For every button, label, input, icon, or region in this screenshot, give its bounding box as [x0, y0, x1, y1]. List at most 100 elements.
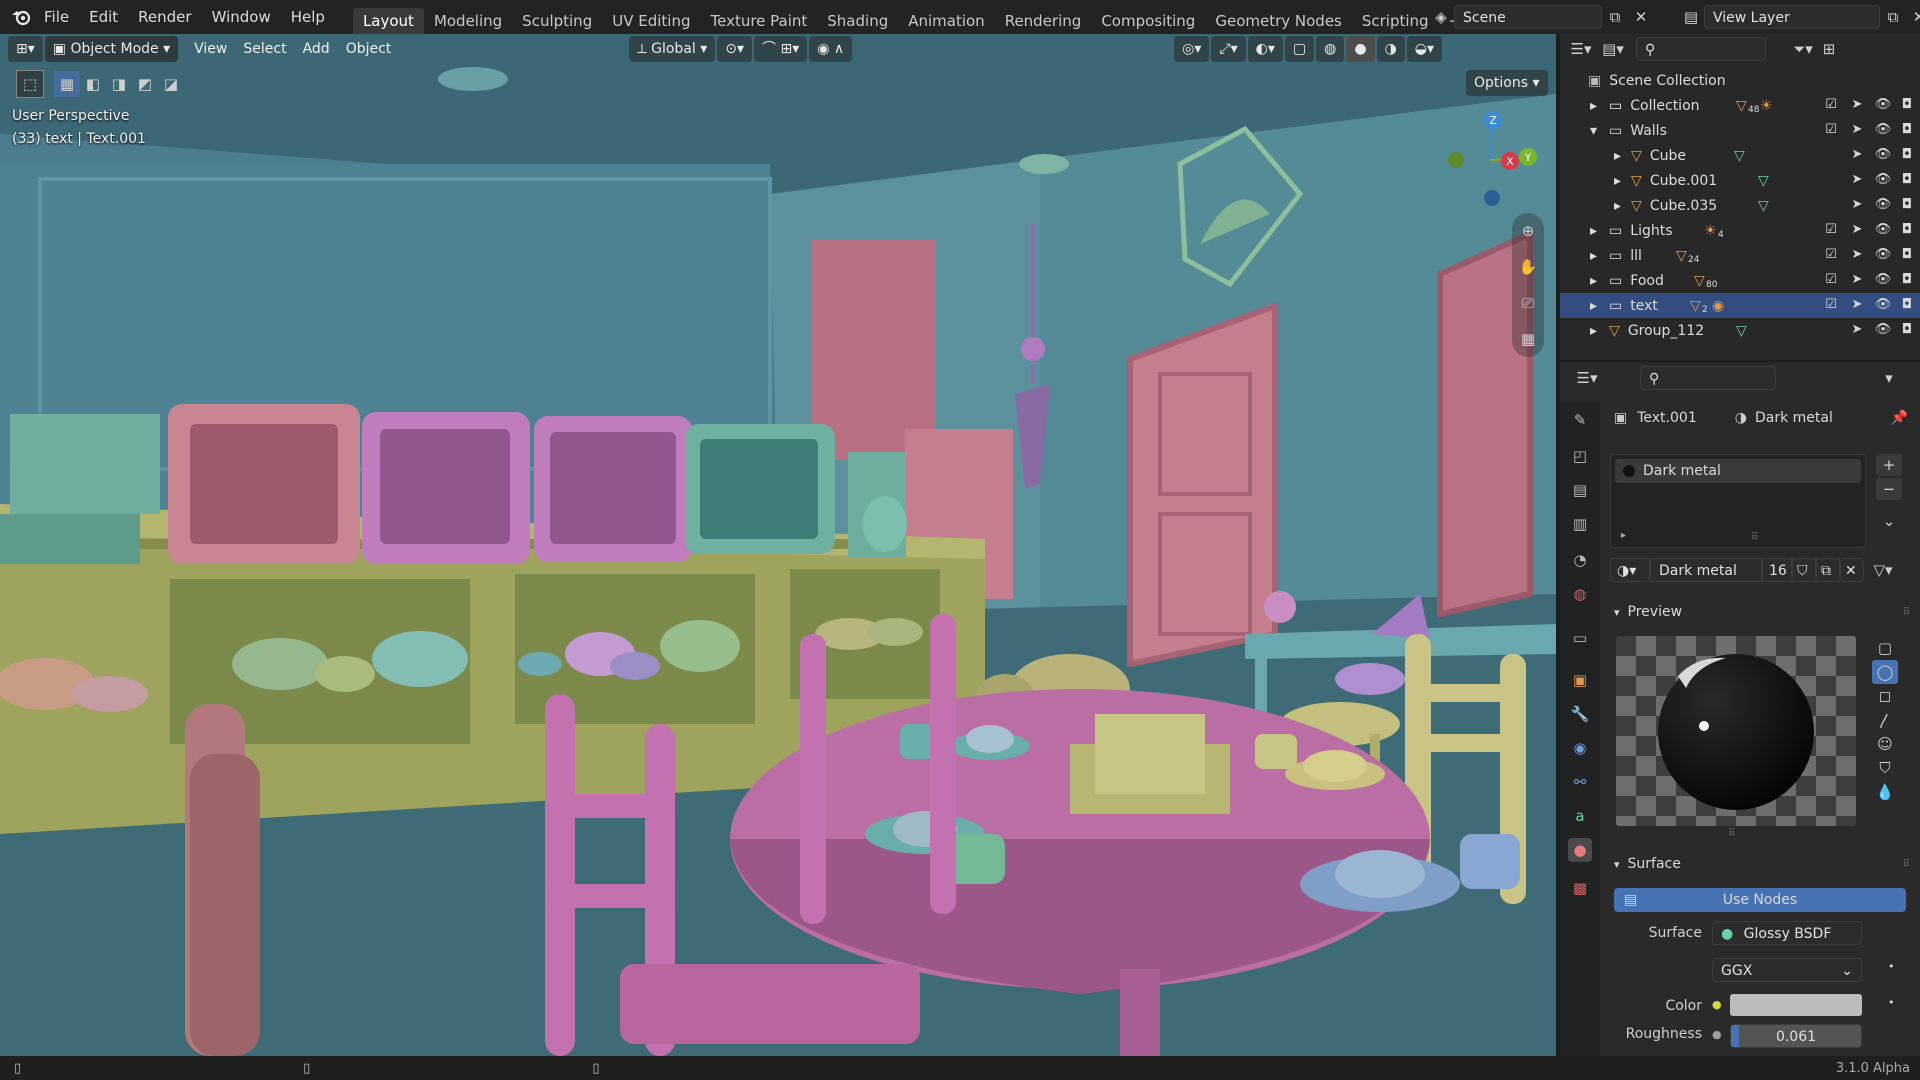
physics-tab-icon[interactable]: ◉	[1568, 736, 1592, 760]
checkbox-icon[interactable]: ☑	[1822, 121, 1840, 139]
roughness-slider[interactable]: 0.061	[1730, 1024, 1862, 1048]
scene-name-field[interactable]: Scene	[1454, 5, 1602, 29]
preview-monkey-icon[interactable]: ☺	[1872, 732, 1898, 756]
color-swatch[interactable]	[1730, 994, 1862, 1016]
selectable-arrow-icon[interactable]: ➤	[1848, 96, 1866, 114]
menu-window[interactable]: Window	[202, 0, 281, 34]
slot-specials-icon[interactable]: ⌄	[1876, 510, 1902, 532]
overlays-icon[interactable]: ◐▾	[1247, 36, 1283, 62]
checkbox-icon[interactable]: ☑	[1822, 246, 1840, 264]
shading-solid-icon[interactable]: ●	[1346, 36, 1375, 62]
eye-icon[interactable]: 👁	[1874, 271, 1892, 289]
user-count[interactable]: 16	[1762, 558, 1792, 582]
preview-cloth-icon[interactable]: ⛉	[1872, 756, 1898, 780]
material-tab-icon[interactable]: ●	[1568, 838, 1592, 862]
selectable-arrow-icon[interactable]: ➤	[1848, 321, 1866, 339]
material-slot-item[interactable]: Dark metal	[1615, 459, 1861, 483]
select-new-icon[interactable]: ▦	[54, 71, 80, 97]
shading-rendered-icon[interactable]: ◒▾	[1406, 36, 1443, 62]
tab-rendering[interactable]: Rendering	[995, 8, 1092, 34]
tab-texture-paint[interactable]: Texture Paint	[700, 8, 817, 34]
camera-view-icon[interactable]: ⎚	[1512, 285, 1544, 321]
select-intersect-icon[interactable]: ◪	[158, 71, 184, 97]
checkbox-icon[interactable]: ☑	[1822, 221, 1840, 239]
list-resize-handle-icon[interactable]: ⠿	[1751, 532, 1758, 543]
preview-fluid-icon[interactable]: 💧	[1872, 780, 1898, 804]
properties-editor-type-icon[interactable]: ☰▾	[1574, 365, 1600, 391]
eye-icon[interactable]: 👁	[1874, 296, 1892, 314]
display-mode-icon[interactable]: ▤▾	[1600, 36, 1626, 62]
shading-material-icon[interactable]: ◑	[1376, 36, 1405, 62]
menu-file[interactable]: File	[34, 0, 79, 34]
preview-flat-icon[interactable]: ▢	[1872, 636, 1898, 660]
delete-view-layer-icon[interactable]: ✕	[1906, 4, 1920, 30]
snap-icon[interactable]: ⌒ ⊞▾	[754, 36, 808, 62]
tab-compositing[interactable]: Compositing	[1091, 8, 1205, 34]
pin-icon[interactable]: 📌	[1891, 410, 1908, 426]
new-scene-icon[interactable]: ⧉	[1602, 4, 1628, 30]
fake-user-icon[interactable]: ⛉	[1792, 558, 1816, 582]
expand-arrow-icon[interactable]: ▸	[1614, 173, 1621, 189]
tab-geometry-nodes[interactable]: Geometry Nodes	[1205, 8, 1352, 34]
constraint-tab-icon[interactable]: ⚯	[1568, 770, 1592, 794]
camera-icon[interactable]: ◘	[1898, 321, 1916, 339]
navigation-gizmo[interactable]: Z X Y	[1440, 100, 1540, 210]
visibility-icon[interactable]: ◎▾	[1174, 36, 1210, 62]
perspective-grid-icon[interactable]: ▦	[1512, 321, 1544, 357]
shading-wireframe-icon[interactable]: ◍	[1316, 36, 1345, 62]
selectable-arrow-icon[interactable]: ➤	[1848, 196, 1866, 214]
surface-section-header[interactable]: ▾ Surface ⠿	[1604, 852, 1920, 876]
menu-add[interactable]: Add	[295, 36, 338, 62]
new-collection-icon[interactable]: ⊞	[1816, 36, 1842, 62]
unlink-material-icon[interactable]: ✕	[1840, 558, 1864, 582]
preview-sphere-icon[interactable]: ◯	[1872, 660, 1898, 684]
eye-icon[interactable]: 👁	[1874, 121, 1892, 139]
camera-icon[interactable]: ◘	[1898, 146, 1916, 164]
duplicate-material-icon[interactable]: ⧉	[1816, 558, 1840, 582]
camera-icon[interactable]: ◘	[1898, 271, 1916, 289]
camera-icon[interactable]: ◘	[1898, 96, 1916, 114]
tab-layout[interactable]: Layout	[352, 8, 424, 34]
menu-object[interactable]: Object	[338, 36, 400, 62]
expand-arrow-icon[interactable]: ▸	[1614, 148, 1621, 164]
selectable-arrow-icon[interactable]: ➤	[1848, 146, 1866, 164]
outliner-search-input[interactable]: ⚲	[1636, 37, 1766, 61]
scene-collection-row[interactable]: ▣ Scene Collection	[1560, 68, 1920, 93]
browse-material-icon[interactable]: ◑▾	[1610, 558, 1650, 582]
collection-tab-icon[interactable]: ▭	[1568, 626, 1592, 650]
texture-tab-icon[interactable]: ▩	[1568, 876, 1592, 900]
distribution-dropdown[interactable]: GGX ⌄	[1712, 958, 1862, 982]
camera-icon[interactable]: ◘	[1898, 121, 1916, 139]
zoom-icon[interactable]: ⊕	[1512, 213, 1544, 249]
drag-handle-icon[interactable]: ⠿	[1903, 607, 1910, 618]
object-tab-icon[interactable]: ▣	[1568, 668, 1592, 692]
remove-slot-icon[interactable]: −	[1876, 478, 1902, 500]
expand-arrow-icon[interactable]: ▸	[1590, 273, 1597, 289]
pan-hand-icon[interactable]: ✋	[1512, 249, 1544, 285]
preview-hair-icon[interactable]: 〳	[1872, 708, 1898, 732]
view-layer-field[interactable]: View Layer	[1704, 5, 1880, 29]
expand-arrow-icon[interactable]: ▾	[1590, 123, 1597, 139]
tab-uv-editing[interactable]: UV Editing	[602, 8, 700, 34]
eye-icon[interactable]: 👁	[1874, 196, 1892, 214]
selectable-arrow-icon[interactable]: ➤	[1848, 171, 1866, 189]
selectable-arrow-icon[interactable]: ➤	[1848, 121, 1866, 139]
expand-arrow-icon[interactable]: ▸	[1590, 98, 1597, 114]
selectable-arrow-icon[interactable]: ➤	[1848, 296, 1866, 314]
data-tab-icon[interactable]: a	[1568, 804, 1592, 828]
xray-icon[interactable]: ▢	[1284, 36, 1315, 62]
menu-view[interactable]: View	[186, 36, 235, 62]
camera-icon[interactable]: ◘	[1898, 246, 1916, 264]
expand-arrow-icon[interactable]: ▸	[1590, 298, 1597, 314]
selectable-arrow-icon[interactable]: ➤	[1848, 246, 1866, 264]
select-tool-icon[interactable]: ⬚	[16, 70, 44, 98]
eye-icon[interactable]: 👁	[1874, 146, 1892, 164]
expand-arrow-icon[interactable]: ▸	[1590, 248, 1597, 264]
camera-icon[interactable]: ◘	[1898, 196, 1916, 214]
camera-icon[interactable]: ◘	[1898, 221, 1916, 239]
select-invert-icon[interactable]: ◩	[132, 71, 158, 97]
add-slot-icon[interactable]: +	[1876, 454, 1902, 476]
scene-tab-icon[interactable]: ◔	[1568, 548, 1592, 572]
object-mode-dropdown[interactable]: ▣ Object Mode ▾	[44, 36, 179, 62]
eye-icon[interactable]: 👁	[1874, 321, 1892, 339]
